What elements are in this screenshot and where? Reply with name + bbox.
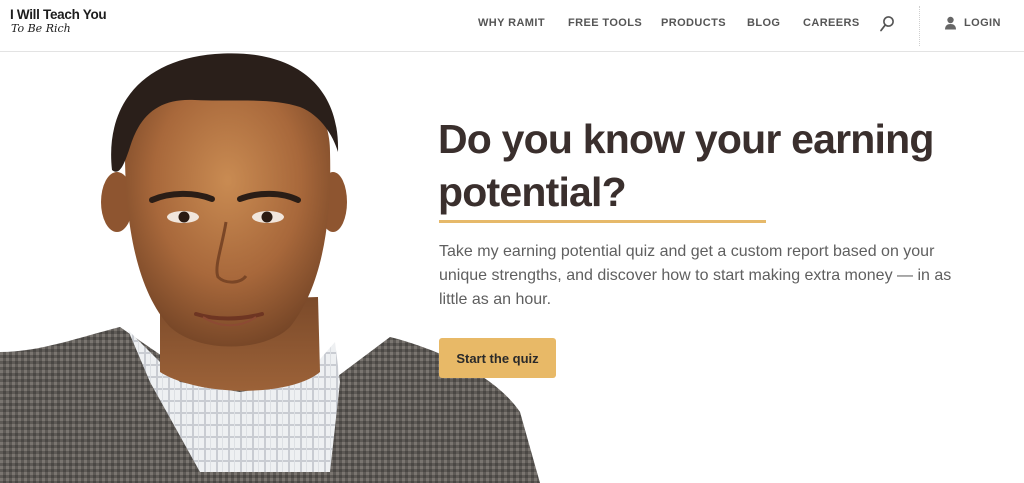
nav-item-products[interactable]: PRODUCTS [661, 17, 726, 29]
nav-item-careers[interactable]: CAREERS [803, 17, 860, 29]
nav-item-why-ramit[interactable]: WHY RAMIT [478, 17, 545, 29]
site-header: I Will Teach You To Be Rich WHY RAMIT FR… [0, 0, 1024, 52]
header-divider [919, 6, 920, 46]
search-icon[interactable] [879, 15, 895, 33]
login-label: LOGIN [964, 17, 1001, 29]
site-logo[interactable]: I Will Teach You To Be Rich [10, 7, 107, 35]
nav-item-blog[interactable]: BLOG [747, 17, 780, 29]
user-icon [944, 16, 957, 30]
headline-accent-rule [439, 220, 766, 223]
nav-item-free-tools[interactable]: FREE TOOLS [568, 17, 642, 29]
hero-headline: Do you know your earning potential? [438, 116, 934, 215]
start-quiz-button[interactable]: Start the quiz [439, 338, 556, 378]
hero-description: Take my earning potential quiz and get a… [439, 243, 952, 308]
logo-title: I Will Teach You [10, 7, 107, 22]
logo-tagline: To Be Rich [11, 22, 71, 35]
